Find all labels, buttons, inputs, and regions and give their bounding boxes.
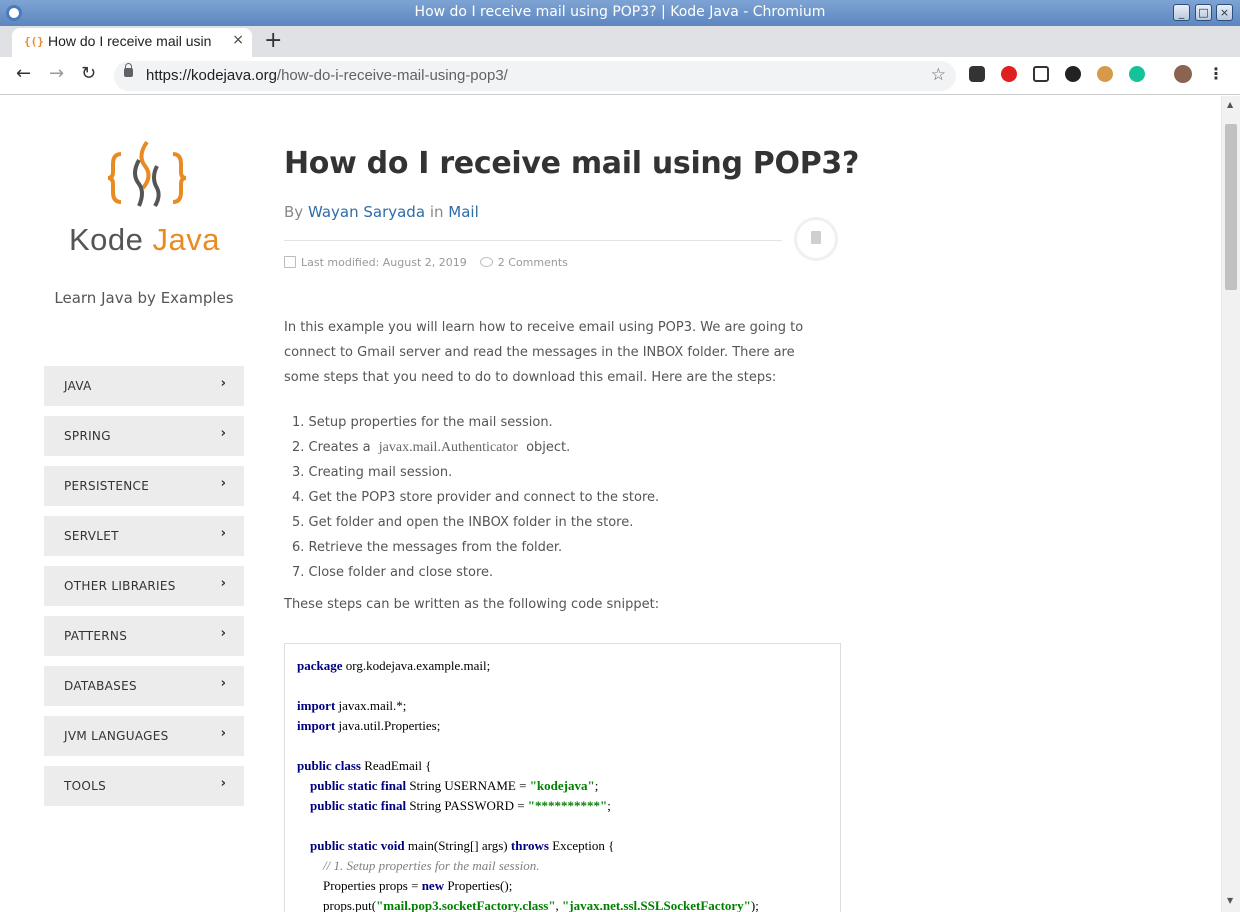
sidebar-item-tools[interactable]: TOOLS › <box>44 766 244 806</box>
document-icon <box>811 231 821 244</box>
address-bar[interactable]: https://kodejava.org/how-do-i-receive-ma… <box>114 61 956 91</box>
chevron-right-icon: › <box>220 426 226 441</box>
sidebar-item-java[interactable]: JAVA › <box>44 366 244 406</box>
chevron-right-icon: › <box>220 676 226 691</box>
extension-spy-icon[interactable] <box>1065 66 1081 82</box>
category-link[interactable]: Mail <box>448 203 478 221</box>
extension-cookie-icon[interactable] <box>1097 66 1113 82</box>
close-window-button[interactable]: × <box>1216 4 1233 21</box>
sidebar-item-label: PERSISTENCE <box>64 479 150 493</box>
post-byline: By Wayan Saryada in Mail <box>284 203 479 221</box>
sidebar-item-label: SPRING <box>64 429 111 443</box>
chevron-right-icon: › <box>220 776 226 791</box>
back-button[interactable]: ← <box>16 63 31 84</box>
list-item: 6. Retrieve the messages from the folder… <box>292 540 563 555</box>
list-item: 7. Close folder and close store. <box>292 565 494 580</box>
tab-strip: {(} How do I receive mail usin × + <box>0 26 1240 57</box>
post-outro: These steps can be written as the follow… <box>284 597 660 612</box>
post-intro: In this example you will learn how to re… <box>284 320 804 385</box>
bookmark-star-icon[interactable]: ☆ <box>931 65 946 85</box>
calendar-icon <box>284 256 296 268</box>
sidebar-item-label: PATTERNS <box>64 629 128 643</box>
extension-adblock-icon[interactable] <box>1001 66 1017 82</box>
tab-active[interactable]: {(} How do I receive mail usin × <box>12 28 252 57</box>
sidebar-item-servlet[interactable]: SERVLET › <box>44 516 244 556</box>
sidebar-item-databases[interactable]: DATABASES › <box>44 666 244 706</box>
kodejava-logo-icon <box>107 140 187 208</box>
browser-toolbar: ← → ↻ https://kodejava.org/how-do-i-rece… <box>0 57 1240 95</box>
scrollbar-thumb[interactable] <box>1225 124 1237 290</box>
chevron-right-icon: › <box>220 526 226 541</box>
category-sidebar: JAVA › SPRING › PERSISTENCE › SERVLET › OTHE… <box>44 366 244 816</box>
sidebar-item-label: TOOLS <box>64 779 107 793</box>
sidebar-item-label: JVM LANGUAGES <box>64 729 169 743</box>
url-text[interactable]: https://kodejava.org/how-do-i-receive-ma… <box>146 67 508 84</box>
sidebar-item-label: OTHER LIBRARIES <box>64 579 176 593</box>
divider <box>284 240 782 241</box>
kodejava-favicon-icon: {(} <box>24 35 44 48</box>
web-page: Kode Java Learn Java by Examples JAVA › S… <box>3 96 1221 912</box>
extension-screenshot-icon[interactable] <box>1033 66 1049 82</box>
extension-grammarly-icon[interactable] <box>1129 66 1145 82</box>
sidebar-item-spring[interactable]: SPRING › <box>44 416 244 456</box>
tab-close-icon[interactable]: × <box>232 32 244 48</box>
tab-title: How do I receive mail usin <box>48 33 212 49</box>
sidebar-item-persistence[interactable]: PERSISTENCE › <box>44 466 244 506</box>
new-tab-button[interactable]: + <box>264 28 282 53</box>
chevron-right-icon: › <box>220 626 226 641</box>
list-item: 5. Get folder and open the INBOX folder … <box>292 515 634 530</box>
window-title: How do I receive mail using POP3? | Kode… <box>414 4 826 20</box>
code-text: package org.kodejava.example.mail; impor… <box>297 658 759 912</box>
window-titlebar: How do I receive mail using POP3? | Kode… <box>0 0 1240 26</box>
reload-button[interactable]: ↻ <box>81 63 96 84</box>
sidebar-item-patterns[interactable]: PATTERNS › <box>44 616 244 656</box>
document-badge <box>794 217 838 261</box>
sidebar-item-label: JAVA <box>64 379 92 393</box>
maximize-button[interactable]: □ <box>1195 4 1212 21</box>
chevron-right-icon: › <box>220 476 226 491</box>
extension-toolbox-icon[interactable] <box>969 66 985 82</box>
author-link[interactable]: Wayan Saryada <box>308 203 425 221</box>
chevron-right-icon: › <box>220 376 226 391</box>
code-snippet[interactable]: package org.kodejava.example.mail; impor… <box>284 643 841 912</box>
sidebar-item-other-libraries[interactable]: OTHER LIBRARIES › <box>44 566 244 606</box>
list-item: 1. Setup properties for the mail session… <box>292 415 553 430</box>
scroll-up-icon[interactable]: ▲ <box>1227 100 1233 109</box>
lock-icon <box>124 63 133 77</box>
profile-avatar-icon[interactable] <box>1174 65 1192 83</box>
chevron-right-icon: › <box>220 726 226 741</box>
sidebar-item-label: SERVLET <box>64 529 119 543</box>
comments-link[interactable]: 2 Comments <box>498 256 568 269</box>
list-item: 4. Get the POP3 store provider and conne… <box>292 490 660 505</box>
post-meta: Last modified: August 2, 2019 2 Comments <box>284 256 568 269</box>
post-title: How do I receive mail using POP3? <box>284 146 860 181</box>
list-item: 3. Creating mail session. <box>292 465 453 480</box>
steps-list: 1. Setup properties for the mail session… <box>292 410 832 585</box>
inline-code: javax.mail.Authenticator <box>378 440 518 455</box>
scroll-down-icon[interactable]: ▼ <box>1227 896 1233 905</box>
site-tagline: Learn Java by Examples <box>54 289 234 307</box>
minimize-button[interactable]: _ <box>1173 4 1190 21</box>
list-item: 2. Creates a javax.mail.Authenticator ob… <box>292 440 571 455</box>
forward-button[interactable]: → <box>49 63 64 84</box>
site-brand[interactable]: Kode Java <box>69 222 220 258</box>
sidebar-item-label: DATABASES <box>64 679 137 693</box>
last-modified: Last modified: August 2, 2019 <box>301 256 467 269</box>
sidebar-item-jvm-languages[interactable]: JVM LANGUAGES › <box>44 716 244 756</box>
chevron-right-icon: › <box>220 576 226 591</box>
page-scrollbar[interactable]: ▲ ▼ <box>1221 96 1240 912</box>
browser-menu-icon[interactable]: ⋮ <box>1208 64 1224 83</box>
comment-icon <box>479 257 493 267</box>
